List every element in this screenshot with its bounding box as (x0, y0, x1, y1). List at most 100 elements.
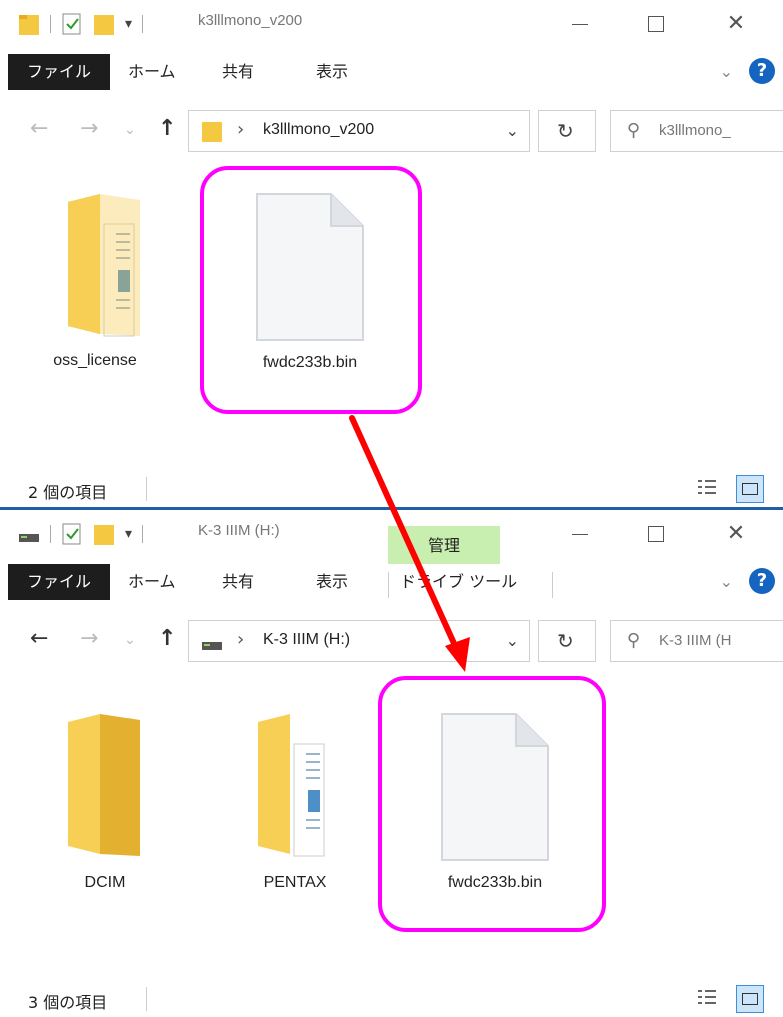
refresh-icon: ↻ (557, 629, 574, 653)
breadcrumb-chevron-icon[interactable]: › (237, 119, 244, 140)
address-path: K-3 IIIM (H:) (263, 631, 351, 648)
highlight-ring-destination-file (378, 676, 606, 932)
large-icons-glyph (742, 993, 758, 1005)
forward-arrow-icon[interactable]: → (80, 116, 98, 141)
refresh-button[interactable]: ↻ (538, 110, 596, 152)
tab-drive-tools[interactable]: ドライブ ツール (400, 564, 517, 600)
status-bar: 3 個の項目 (0, 981, 783, 1017)
minimize-button[interactable] (560, 10, 600, 38)
maximize-icon (648, 526, 664, 542)
explorer-window-destination: ▾ K-3 IIIM (H:) 管理 ✕ ファイル ホーム 共有 表示 ドライブ… (0, 510, 783, 1017)
up-arrow-icon[interactable]: ↑ (158, 626, 176, 651)
toolbar-separator (50, 15, 51, 33)
address-dropdown-chevron-icon[interactable]: ⌄ (506, 121, 519, 140)
window-title: k3lllmono_v200 (198, 12, 303, 29)
recent-locations-chevron-icon[interactable]: ⌄ (124, 632, 136, 648)
close-button[interactable]: ✕ (716, 10, 756, 38)
breadcrumb-chevron-icon[interactable]: › (237, 629, 244, 650)
refresh-icon: ↻ (557, 119, 574, 143)
toolbar-separator (142, 525, 144, 543)
search-placeholder: K-3 IIIM (H (659, 632, 732, 649)
item-count: 3 個の項目 (28, 993, 108, 1012)
tab-share[interactable]: 共有 (222, 564, 254, 600)
refresh-button[interactable]: ↻ (538, 620, 596, 662)
list-item-dcim[interactable]: DCIM (50, 710, 160, 900)
address-bar[interactable]: › K-3 IIIM (H:) ⌄ (188, 620, 530, 662)
help-icon[interactable]: ? (749, 568, 775, 594)
search-placeholder: k3lllmono_ (659, 122, 731, 139)
close-icon: ✕ (726, 11, 746, 36)
navigation-bar: ← → ⌄ ↑ › K-3 IIIM (H:) ⌄ ↻ ⚲ K-3 IIIM (… (0, 616, 783, 664)
tab-home[interactable]: ホーム (128, 54, 176, 90)
list-item-pentax[interactable]: PENTAX (240, 710, 350, 900)
status-separator (146, 987, 147, 1011)
ribbon-controls: ⌄ ? (720, 568, 775, 594)
tab-manage[interactable]: 管理 (388, 526, 500, 564)
minimize-button[interactable] (560, 520, 600, 548)
large-icons-glyph (742, 483, 758, 495)
maximize-button[interactable] (636, 10, 676, 38)
drive-icon (19, 534, 39, 542)
folder-icon (68, 714, 140, 856)
tab-view[interactable]: 表示 (316, 54, 348, 90)
search-icon: ⚲ (627, 120, 641, 141)
back-arrow-icon[interactable]: ← (30, 116, 48, 141)
address-dropdown-chevron-icon[interactable]: ⌄ (506, 631, 519, 650)
ribbon-tabs: ファイル ホーム 共有 表示 ドライブ ツール ⌄ ? (0, 564, 783, 600)
customize-toolbar-icon[interactable]: ▾ (125, 16, 132, 32)
toolbar-separator (50, 525, 51, 543)
list-item-oss-license[interactable]: oss_license (40, 190, 150, 380)
tab-home[interactable]: ホーム (128, 564, 176, 600)
drive-icon (202, 642, 222, 650)
highlight-ring-source-file (200, 166, 422, 414)
folder-icon (202, 122, 222, 142)
tab-file[interactable]: ファイル (8, 564, 110, 600)
large-icons-view-icon[interactable] (736, 475, 764, 503)
item-label: oss_license (53, 352, 137, 369)
close-button[interactable]: ✕ (716, 520, 756, 548)
explorer-window-source: ▾ k3lllmono_v200 ✕ ファイル ホーム 共有 表示 ⌄ ? ← … (0, 0, 783, 507)
status-separator (146, 477, 147, 501)
new-folder-icon[interactable] (93, 522, 115, 546)
large-icons-view-icon[interactable] (736, 985, 764, 1013)
address-bar[interactable]: › k3lllmono_v200 ⌄ (188, 110, 530, 152)
tab-share[interactable]: 共有 (222, 54, 254, 90)
status-bar: 2 個の項目 (0, 471, 783, 507)
help-icon[interactable]: ? (749, 58, 775, 84)
navigation-bar: ← → ⌄ ↑ › k3lllmono_v200 ⌄ ↻ ⚲ k3lllmono… (0, 106, 783, 154)
search-box[interactable]: ⚲ K-3 IIIM (H (610, 620, 783, 662)
manage-label: 管理 (427, 536, 460, 555)
folder-icon (19, 15, 39, 35)
tab-separator (388, 572, 389, 598)
item-label: DCIM (84, 874, 126, 891)
forward-arrow-icon[interactable]: → (80, 626, 98, 651)
toolbar-separator (142, 15, 144, 33)
ribbon-expand-chevron-icon[interactable]: ⌄ (720, 62, 733, 81)
ribbon-controls: ⌄ ? (720, 58, 775, 84)
close-icon: ✕ (726, 521, 746, 546)
folder-with-documents-icon (258, 714, 325, 857)
tab-view[interactable]: 表示 (316, 564, 348, 600)
search-box[interactable]: ⚲ k3lllmono_ (610, 110, 783, 152)
window-title: K-3 IIIM (H:) (198, 522, 280, 539)
properties-checkbox-icon[interactable] (61, 522, 83, 546)
recent-locations-chevron-icon[interactable]: ⌄ (124, 122, 136, 138)
maximize-icon (648, 16, 664, 32)
details-view-icon[interactable] (696, 477, 718, 499)
address-path: k3lllmono_v200 (263, 121, 375, 138)
minimize-icon (572, 24, 588, 25)
customize-toolbar-icon[interactable]: ▾ (125, 526, 132, 542)
tab-file[interactable]: ファイル (8, 54, 110, 90)
up-arrow-icon[interactable]: ↑ (158, 116, 176, 141)
properties-checkbox-icon[interactable] (61, 12, 83, 36)
quick-access-toolbar: ▾ (18, 520, 144, 548)
quick-access-toolbar: ▾ (18, 10, 144, 38)
ribbon-expand-chevron-icon[interactable]: ⌄ (720, 572, 733, 591)
new-folder-icon[interactable] (93, 12, 115, 36)
minimize-icon (572, 534, 588, 535)
item-label: PENTAX (263, 874, 327, 891)
details-view-icon[interactable] (696, 987, 718, 1009)
back-arrow-icon[interactable]: ← (30, 626, 48, 651)
item-count: 2 個の項目 (28, 483, 108, 502)
maximize-button[interactable] (636, 520, 676, 548)
